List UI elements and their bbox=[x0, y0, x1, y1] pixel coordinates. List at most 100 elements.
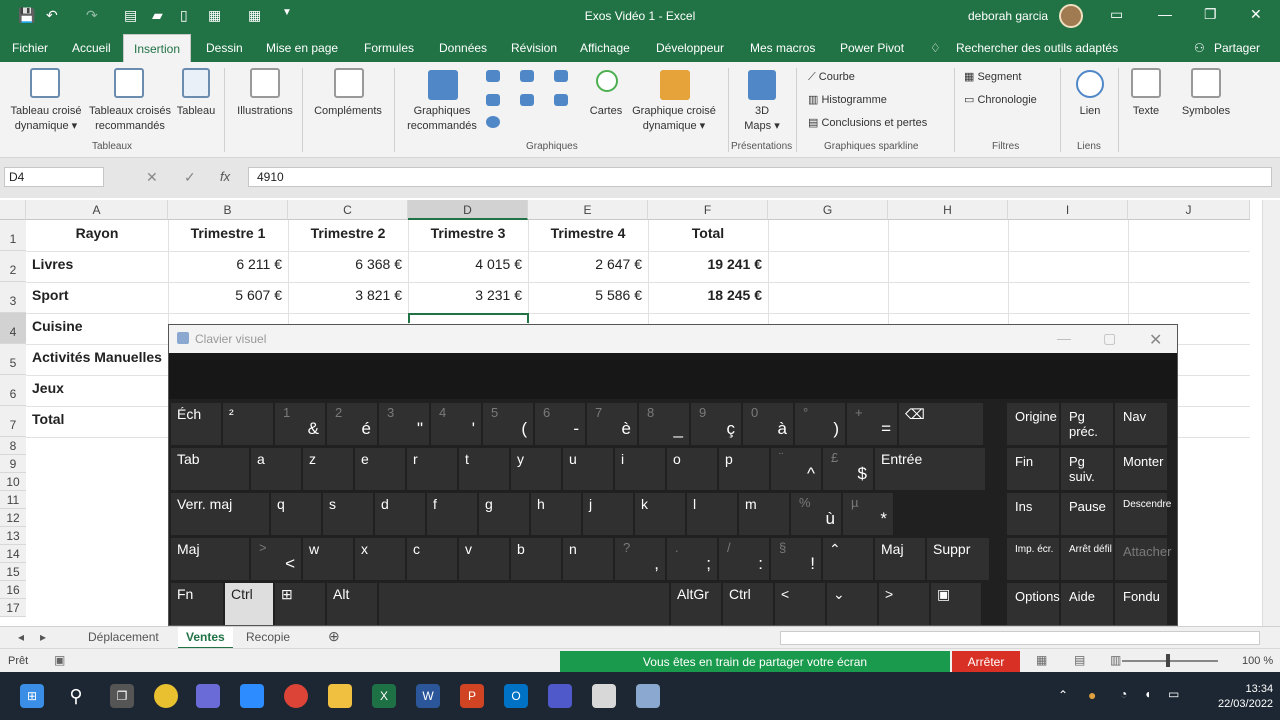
addins-icon[interactable] bbox=[334, 68, 364, 98]
word-icon[interactable]: W bbox=[416, 684, 440, 708]
osk-key-fn[interactable]: Fn bbox=[171, 583, 223, 625]
osk-key-c[interactable]: c bbox=[407, 538, 457, 580]
complements-button[interactable]: Compléments bbox=[308, 104, 388, 119]
row-header-16[interactable]: 16 bbox=[0, 581, 26, 599]
osk-key-symbol[interactable]: + = bbox=[847, 403, 897, 445]
osk-key-symbol[interactable]: ?, bbox=[615, 538, 665, 580]
osk-key-origine[interactable]: Origine bbox=[1007, 403, 1059, 445]
label-cell[interactable]: Cuisine bbox=[26, 311, 168, 342]
row-header-17[interactable]: 17 bbox=[0, 599, 26, 617]
share-icon[interactable]: ⚇ bbox=[1194, 41, 1205, 55]
powerpoint-icon[interactable]: P bbox=[460, 684, 484, 708]
macro-record-icon[interactable]: ▣ bbox=[54, 653, 65, 667]
page-layout-icon[interactable]: ▤ bbox=[1074, 653, 1085, 667]
tray-chevron-icon[interactable]: ⌃ bbox=[1058, 688, 1068, 702]
tab-mise-en-page[interactable]: Mise en page bbox=[266, 41, 338, 55]
texte-button[interactable]: Texte bbox=[1124, 104, 1168, 119]
osk-key-symbol[interactable]: > < bbox=[251, 538, 301, 580]
osk-key-i[interactable]: i bbox=[615, 448, 665, 490]
row-header-8[interactable]: 8 bbox=[0, 437, 26, 455]
minimize-icon[interactable]: — bbox=[1158, 6, 1172, 22]
osk-key-symbol[interactable]: £ $ bbox=[823, 448, 873, 490]
search-icon[interactable]: ⚲ bbox=[64, 684, 88, 708]
name-box[interactable]: D4 bbox=[4, 167, 104, 187]
row-header-10[interactable]: 10 bbox=[0, 473, 26, 491]
osk-key-verr-maj[interactable]: Verr. maj bbox=[171, 493, 269, 535]
ribbon-display-icon[interactable]: ▭ bbox=[1110, 6, 1123, 23]
value-cell[interactable]: 4 015 € bbox=[408, 249, 528, 280]
graphiques-recommandes-button[interactable]: Graphiques recommandés bbox=[400, 104, 484, 134]
pie-chart-icon[interactable] bbox=[486, 116, 500, 128]
cancel-icon[interactable]: ✕ bbox=[146, 169, 158, 186]
osk-key-pause[interactable]: Pause bbox=[1061, 493, 1113, 535]
segment-button[interactable]: ▦ Segment bbox=[964, 70, 1021, 85]
osk-key-space[interactable] bbox=[379, 583, 669, 625]
column-chart-icon[interactable] bbox=[486, 70, 500, 82]
label-cell[interactable]: Livres bbox=[26, 249, 168, 280]
osk-key-a[interactable]: a bbox=[251, 448, 301, 490]
header-cell[interactable]: Trimestre 1 bbox=[168, 218, 288, 249]
osk-key-options[interactable]: Options bbox=[1007, 583, 1060, 625]
osk-key-symbol[interactable]: ⌃ bbox=[823, 538, 873, 580]
osk-key-symbol[interactable]: ⊞ bbox=[275, 583, 325, 625]
windows-start-icon[interactable]: ⊞ bbox=[20, 684, 44, 708]
vertical-scrollbar[interactable] bbox=[1262, 200, 1280, 626]
page-break-icon[interactable]: ▥ bbox=[1110, 653, 1121, 667]
osk-key-v[interactable]: v bbox=[459, 538, 509, 580]
label-cell[interactable]: Sport bbox=[26, 280, 168, 311]
osk-key-symbol[interactable]: /: bbox=[719, 538, 769, 580]
value-cell[interactable]: 3 821 € bbox=[288, 280, 408, 311]
osk-key-pg-suiv[interactable]: Pg suiv. bbox=[1061, 448, 1113, 490]
osk-key-descendre[interactable]: Descendre bbox=[1115, 493, 1171, 535]
osk-key-z[interactable]: z bbox=[303, 448, 353, 490]
osk-key-r[interactable]: r bbox=[407, 448, 457, 490]
osk-key-s[interactable]: s bbox=[323, 493, 373, 535]
row-header-9[interactable]: 9 bbox=[0, 455, 26, 473]
3d-maps-icon[interactable] bbox=[748, 70, 776, 100]
task-view-icon[interactable]: ❐ bbox=[110, 684, 134, 708]
stop-sharing-button[interactable]: Arrêter bbox=[952, 651, 1020, 672]
osk-key-symbol[interactable]: §! bbox=[771, 538, 821, 580]
osk-key-symbol[interactable]: 3 " bbox=[379, 403, 429, 445]
label-cell[interactable]: Jeux bbox=[26, 373, 168, 404]
osk-key-ech[interactable]: Éch bbox=[171, 403, 221, 445]
tableau-croise-button[interactable]: Tableau croisé dynamique ▾ bbox=[6, 104, 86, 134]
sheet-tab[interactable]: Déplacement bbox=[88, 630, 159, 644]
selected-cell-d4[interactable] bbox=[408, 313, 529, 323]
osk-key-attacher[interactable]: Attacher bbox=[1115, 538, 1171, 580]
user-name[interactable]: deborah garcia bbox=[968, 9, 1048, 23]
osk-key-n[interactable]: n bbox=[563, 538, 613, 580]
header-cell[interactable]: Trimestre 3 bbox=[408, 218, 528, 249]
wifi-icon[interactable]: ◔ bbox=[1120, 687, 1127, 701]
osk-key-symbol[interactable]: µ * bbox=[843, 493, 893, 535]
tab-dessin[interactable]: Dessin bbox=[206, 41, 243, 55]
illustrations-button[interactable]: Illustrations bbox=[232, 104, 298, 119]
osk-key-symbol[interactable]: 6- bbox=[535, 403, 585, 445]
sheet-tab[interactable]: Recopie bbox=[246, 630, 290, 644]
teams-icon[interactable] bbox=[548, 684, 572, 708]
osk-key-y[interactable]: y bbox=[511, 448, 561, 490]
osk-key-q[interactable]: q bbox=[271, 493, 321, 535]
recommended-pivot-icon[interactable] bbox=[114, 68, 144, 98]
row-header-6[interactable]: 6 bbox=[0, 375, 26, 406]
conclusions-button[interactable]: ▤ Conclusions et pertes bbox=[808, 116, 927, 131]
osk-key-symbol[interactable]: < bbox=[775, 583, 825, 625]
osk-key-symbol[interactable]: 1 & bbox=[275, 403, 325, 445]
chronologie-button[interactable]: ▭ Chronologie bbox=[964, 93, 1037, 108]
row-header-15[interactable]: 15 bbox=[0, 563, 26, 581]
clock[interactable]: 13:34 22/03/2022 bbox=[1218, 682, 1273, 712]
add-sheet-icon[interactable]: ⊕ bbox=[328, 628, 340, 645]
osk-key-symbol[interactable]: .; bbox=[667, 538, 717, 580]
3d-maps-button[interactable]: 3D Maps ▾ bbox=[736, 104, 788, 134]
row-header-5[interactable]: 5 bbox=[0, 344, 26, 375]
osk-key-p[interactable]: p bbox=[719, 448, 769, 490]
row-header-11[interactable]: 11 bbox=[0, 491, 26, 509]
value-cell[interactable]: 6 211 € bbox=[168, 249, 288, 280]
zoom-level[interactable]: 100 % bbox=[1242, 655, 1273, 667]
osk-key-g[interactable]: g bbox=[479, 493, 529, 535]
osk-key-fin[interactable]: Fin bbox=[1007, 448, 1059, 490]
osk-key-symbol[interactable]: °) bbox=[795, 403, 845, 445]
osk-key-o[interactable]: o bbox=[667, 448, 717, 490]
tab-power-pivot[interactable]: Power Pivot bbox=[840, 41, 904, 55]
pivot-chart-icon[interactable] bbox=[660, 70, 690, 100]
